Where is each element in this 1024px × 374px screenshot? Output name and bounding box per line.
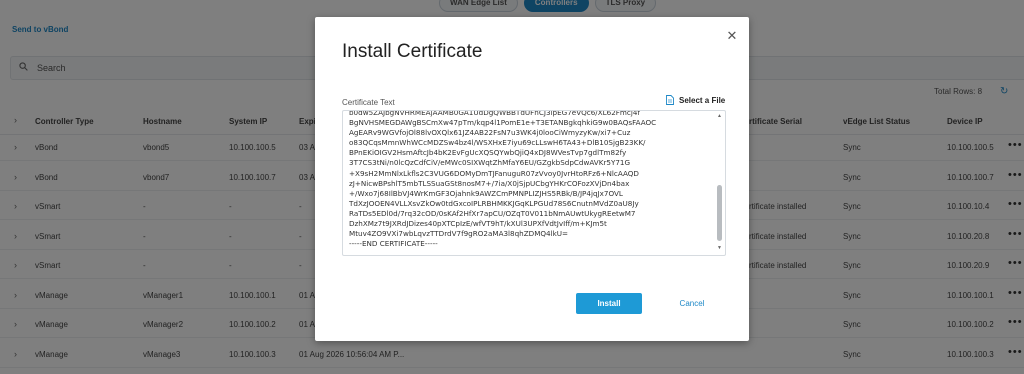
file-icon — [666, 95, 674, 105]
certificate-text-label: Certificate Text — [342, 98, 395, 107]
install-certificate-dialog: Install Certificate ✕ Certificate Text S… — [315, 17, 749, 341]
certificate-text-content: b0dw5ZAJbgNVHRMEAjAAMB0GA1UdDgQWBBTdUFnC… — [349, 110, 657, 249]
textarea-scrollbar[interactable]: ▲ ▼ — [717, 113, 723, 251]
select-file-label: Select a File — [679, 95, 726, 105]
scroll-down-icon[interactable]: ▼ — [717, 245, 722, 251]
scroll-thumb[interactable] — [717, 185, 722, 241]
install-button[interactable]: Install — [576, 293, 642, 314]
close-icon[interactable]: ✕ — [725, 29, 739, 43]
cancel-button[interactable]: Cancel — [667, 293, 717, 314]
scroll-up-icon[interactable]: ▲ — [717, 113, 722, 119]
dialog-title: Install Certificate — [342, 41, 483, 62]
select-file-button[interactable]: Select a File — [666, 95, 725, 105]
certificate-textarea[interactable]: b0dw5ZAJbgNVHRMEAjAAMB0GA1UdDgQWBBTdUFnC… — [342, 110, 726, 256]
